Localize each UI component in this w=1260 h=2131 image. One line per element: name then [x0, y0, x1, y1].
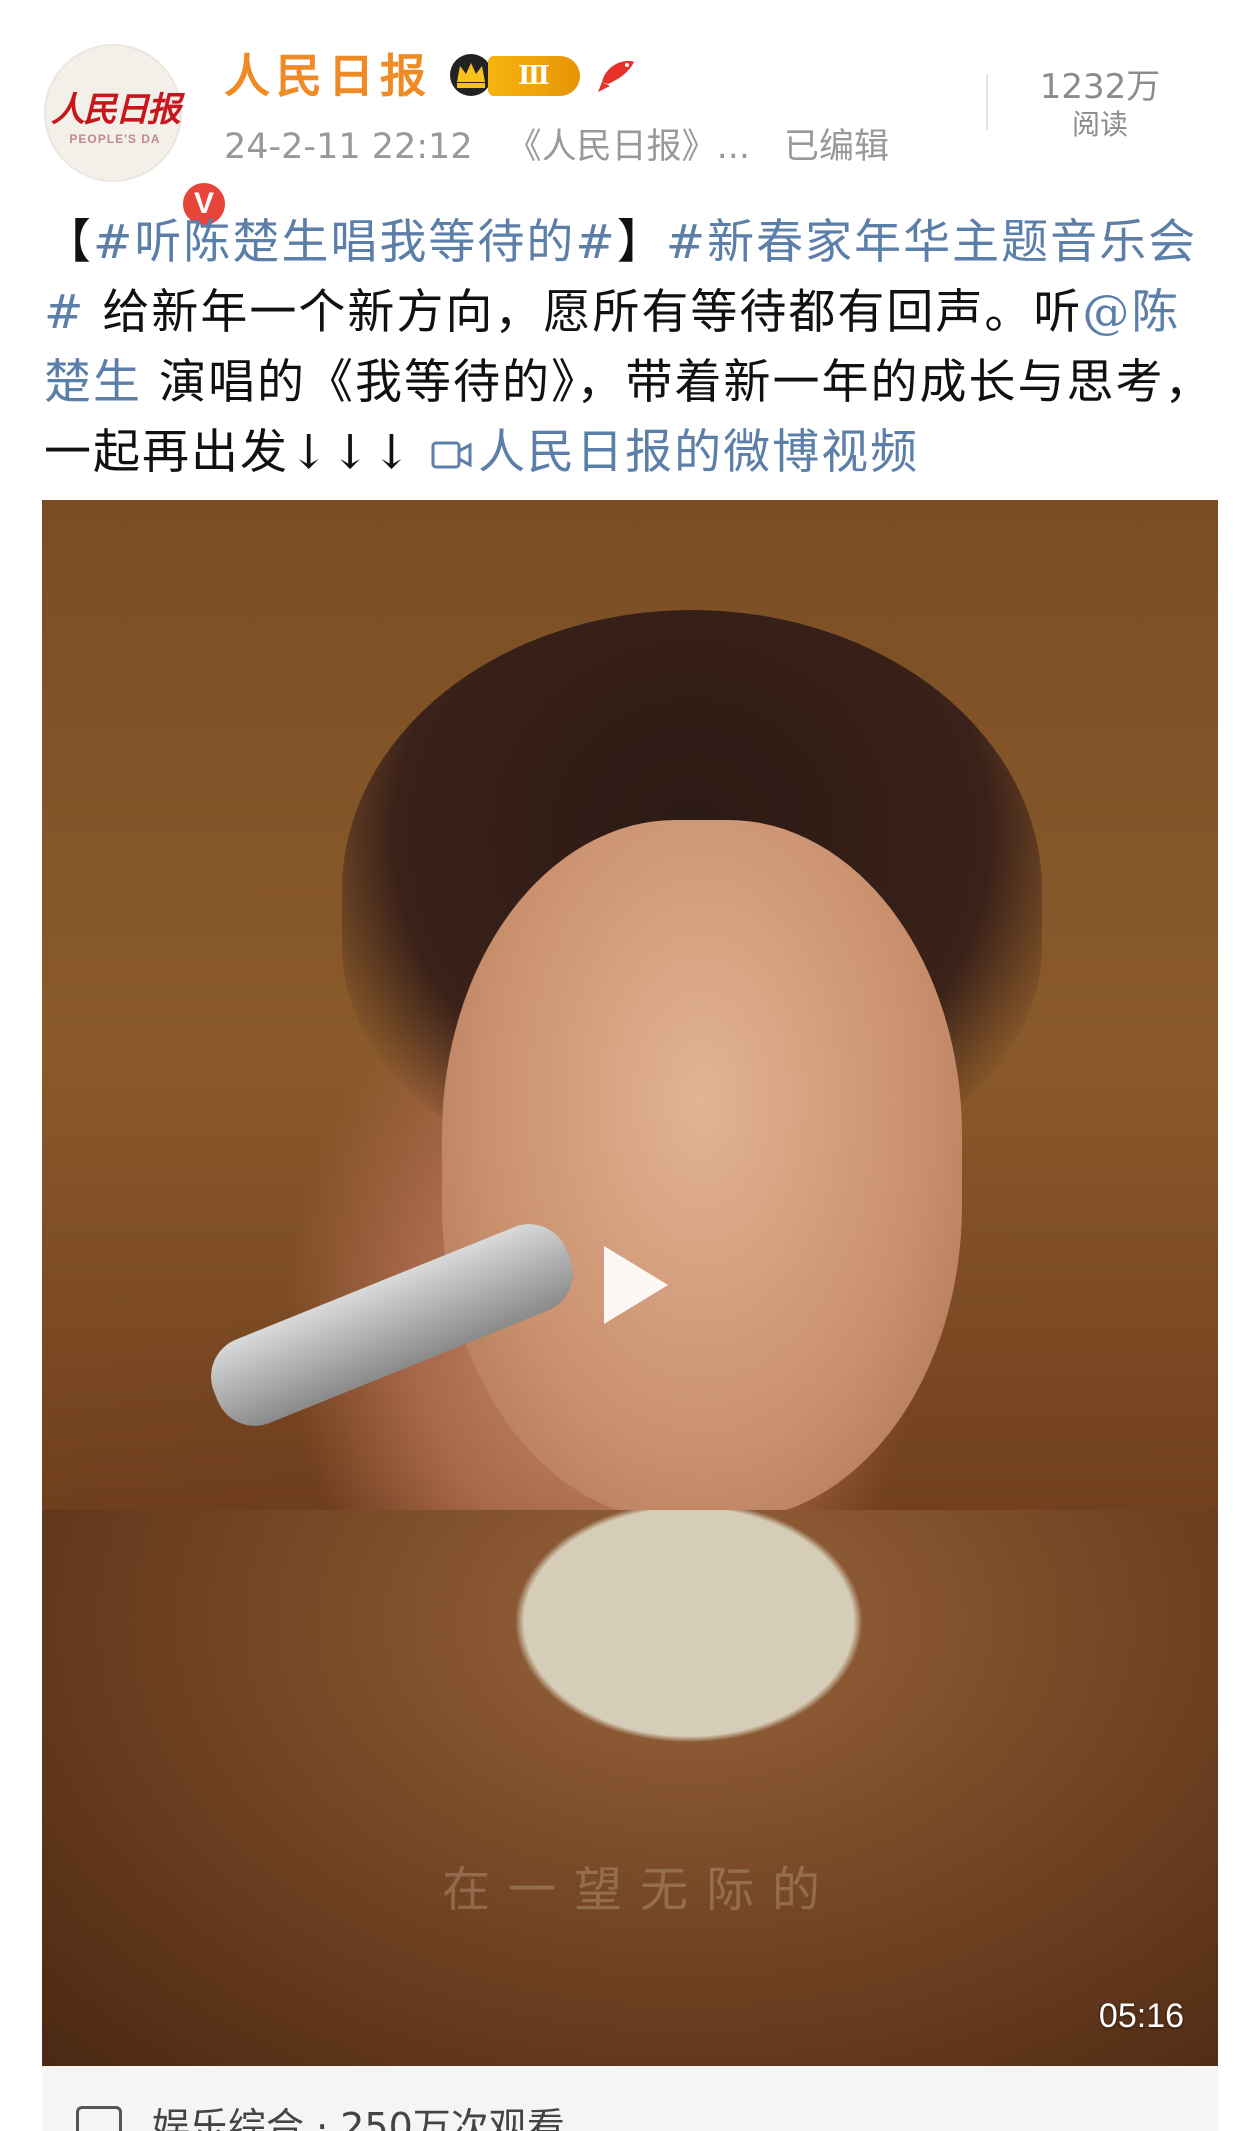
read-count: 1232万 阅读	[1030, 66, 1170, 142]
video-info-text: 娱乐综合 · 250万次观看	[152, 2105, 565, 2131]
body-text: 给新年一个新方向，愿所有等待都有回声。听	[85, 285, 1083, 340]
video-category-icon	[76, 2106, 122, 2131]
video-frame-face	[442, 820, 962, 1520]
bracket-open: 【	[44, 215, 93, 270]
video-frame-jacket	[42, 1510, 1218, 2066]
timestamp: 24-2-11 22:12	[224, 127, 473, 167]
source-link[interactable]: 《人民日报》...	[507, 127, 750, 167]
video-duration: 05:16	[1098, 1997, 1184, 2035]
avatar-logo-subtext: PEOPLE'S DA	[69, 132, 161, 146]
post-header: 人民日报 PEOPLE'S DA V 人民日报 Ⅲ 24-2-11 22:12 《…	[0, 0, 1260, 230]
username-link[interactable]: 人民日报	[224, 44, 432, 108]
edited-label[interactable]: 已编辑	[784, 127, 889, 167]
post-body: 【#听陈楚生唱我等待的#】#新春家年华主题音乐会# 给新年一个新方向，愿所有等待…	[44, 208, 1224, 488]
read-count-value: 1232万	[1039, 67, 1161, 107]
video-link-label: 人民日报的微博视频	[478, 425, 920, 480]
video-info-bar[interactable]: 娱乐综合 · 250万次观看	[42, 2066, 1218, 2131]
fish-icon	[598, 60, 634, 92]
read-count-label: 阅读	[1071, 108, 1128, 141]
video-subtitle: 在一望无际的	[442, 1862, 839, 1918]
video-link[interactable]: 人民日报的微博视频	[430, 425, 919, 480]
video-camera-icon	[431, 441, 472, 469]
video-player[interactable]: 在一望无际的 05:16	[42, 500, 1218, 2066]
divider	[986, 74, 988, 130]
post-meta: 24-2-11 22:12 《人民日报》... 已编辑	[224, 122, 923, 172]
bracket-close: 】	[616, 215, 666, 270]
level-badge: Ⅲ	[488, 56, 580, 96]
avatar-logo: 人民日报	[51, 90, 181, 130]
avatar[interactable]: 人民日报 PEOPLE'S DA V	[44, 44, 230, 230]
play-icon[interactable]	[594, 1240, 674, 1330]
topic-link[interactable]: #听陈楚生唱我等待的#	[93, 215, 617, 270]
